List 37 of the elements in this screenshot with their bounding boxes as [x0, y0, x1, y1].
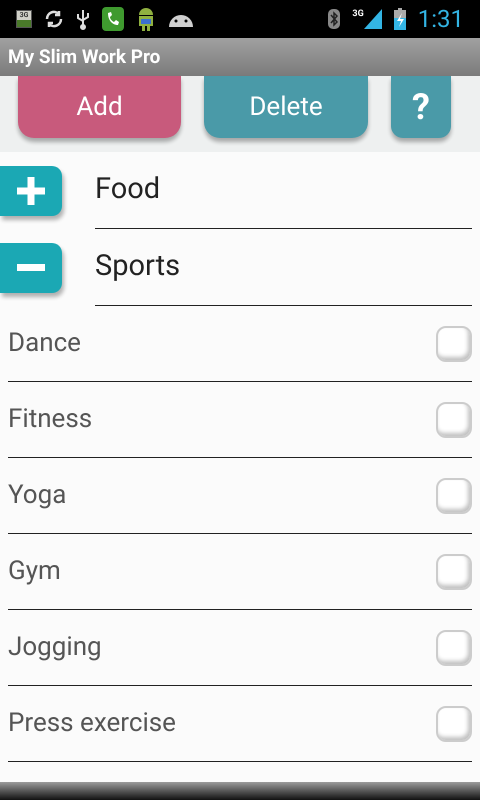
list-item[interactable]: Fitness — [8, 382, 472, 458]
category-row[interactable]: Sports — [95, 229, 472, 306]
minus-icon — [17, 264, 45, 271]
item-label: Dance — [8, 327, 81, 360]
app-title: My Slim Work Pro — [8, 44, 160, 70]
battery-charging-icon — [394, 8, 406, 30]
item-label: Press exercise — [8, 707, 176, 740]
sync-icon — [44, 10, 64, 28]
item-label: Yoga — [8, 479, 66, 512]
list-item[interactable]: Press exercise — [8, 686, 472, 762]
checkbox[interactable] — [436, 402, 472, 438]
phone-icon — [102, 7, 124, 31]
checkbox[interactable] — [436, 630, 472, 666]
plus-icon — [17, 176, 45, 204]
list-item[interactable]: Gym — [8, 534, 472, 610]
signal-icon — [364, 9, 382, 29]
item-label: Jogging — [8, 631, 102, 664]
item-label: Gym — [8, 555, 61, 588]
expand-toggle[interactable] — [0, 242, 62, 292]
checkbox[interactable] — [436, 478, 472, 514]
network-type-label: 3G — [352, 9, 364, 19]
bluetooth-icon — [328, 9, 340, 29]
checkbox[interactable] — [436, 554, 472, 590]
list-item[interactable]: Dance — [8, 306, 472, 382]
expand-toggle[interactable] — [0, 166, 62, 216]
list-item[interactable]: Yoga — [8, 458, 472, 534]
list-item[interactable]: Jogging — [8, 610, 472, 686]
add-button[interactable]: Add — [18, 76, 181, 138]
checkbox[interactable] — [436, 326, 472, 362]
category-row[interactable]: Food — [95, 152, 472, 229]
item-label: Fitness — [8, 403, 92, 436]
clock: 1:31 — [418, 4, 464, 35]
category-label: Sports — [95, 248, 180, 286]
category-label: Food — [95, 171, 160, 208]
usb-icon — [76, 8, 90, 30]
checkbox[interactable] — [436, 706, 472, 742]
android-robot-icon — [136, 6, 156, 32]
